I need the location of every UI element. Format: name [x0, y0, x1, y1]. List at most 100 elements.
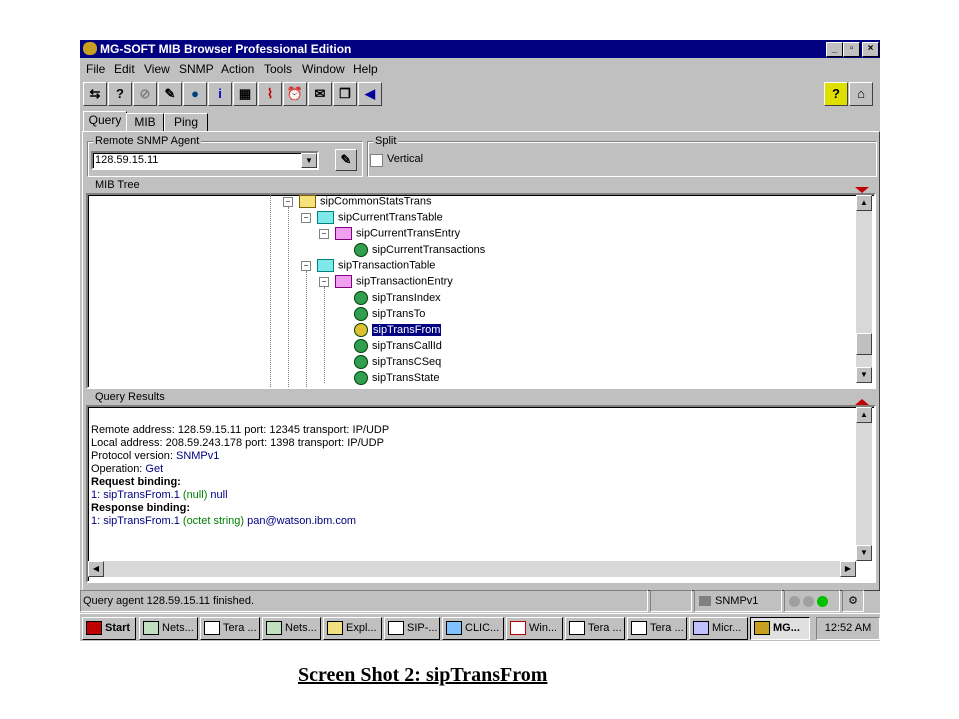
- tree-node-siptransfrom[interactable]: sipTransFrom: [354, 322, 443, 339]
- info-icon[interactable]: i: [208, 82, 232, 106]
- entry-folder-icon: [335, 227, 352, 240]
- taskbar-item-mgsoft[interactable]: MG...: [750, 617, 810, 640]
- alarm-icon[interactable]: ⏰: [283, 82, 307, 106]
- mib-tree-view[interactable]: − sipCommonStatsTrans − sipCurrentTransTab…: [86, 193, 876, 389]
- mib-tree-scrollbar[interactable]: ▲ ▼: [856, 195, 872, 383]
- globe-icon[interactable]: ●: [183, 82, 207, 106]
- help-icon[interactable]: ?: [824, 82, 848, 106]
- windows-logo-icon: [86, 621, 102, 636]
- tree-node-siptransactiontable[interactable]: − sipTransactionTable: [301, 259, 435, 275]
- taskbar-item-tera-1[interactable]: Tera ...: [200, 617, 260, 640]
- light-gray-icon: [803, 595, 815, 607]
- start-button[interactable]: Start: [82, 617, 136, 640]
- tree-node-siptransstate[interactable]: sipTransState: [354, 371, 439, 387]
- tree-node-siptranscallid[interactable]: sipTransCallId: [354, 339, 442, 355]
- leaf-object-icon: [354, 307, 368, 321]
- app-icon[interactable]: [83, 42, 97, 55]
- mib-tree-label: MIB Tree: [93, 179, 142, 191]
- taskbar-item-micr[interactable]: Micr...: [689, 617, 748, 640]
- scroll-thumb[interactable]: [856, 333, 872, 355]
- query-results-label: Query Results: [93, 391, 167, 403]
- leaf-object-icon: [354, 323, 368, 337]
- home-icon[interactable]: ⌂: [849, 82, 873, 106]
- maximize-button[interactable]: ▫: [843, 42, 860, 57]
- graph-icon[interactable]: ⌇: [258, 82, 282, 106]
- scroll-down-icon[interactable]: ▼: [856, 545, 872, 561]
- title-bar[interactable]: MG-SOFT MIB Browser Professional Edition…: [80, 40, 880, 58]
- agent-properties-button[interactable]: ✎: [335, 149, 357, 171]
- toolbar: ⇆ ? ⊘ ✎ ● i ▦ ⌇ ⏰ ✉ ❐ ◀ ? ⌂: [80, 80, 880, 108]
- vertical-checkbox[interactable]: [370, 154, 383, 167]
- chevron-down-icon[interactable]: ▼: [301, 153, 317, 168]
- tree-guide-line: [270, 195, 271, 387]
- tools-icon[interactable]: ✎: [158, 82, 182, 106]
- trap-icon[interactable]: ✉: [308, 82, 332, 106]
- menu-action[interactable]: Action: [221, 62, 254, 76]
- terminal-icon: [569, 621, 585, 636]
- table-folder-icon: [317, 259, 334, 272]
- status-empty-cell: [650, 590, 692, 612]
- tree-node-sipcurrenttransactions[interactable]: sipCurrentTransactions: [354, 243, 485, 259]
- menu-edit[interactable]: Edit: [114, 62, 135, 76]
- taskbar: Start Nets... Tera ... Nets... Expl... S…: [80, 613, 880, 641]
- tab-mib[interactable]: MIB: [126, 113, 164, 132]
- scroll-right-icon[interactable]: ▶: [840, 561, 856, 577]
- taskbar-item-clic[interactable]: CLIC...: [442, 617, 504, 640]
- vertical-checkbox-label[interactable]: Vertical: [387, 153, 423, 165]
- remote-agent-input[interactable]: 128.59.15.11 ▼: [91, 151, 319, 170]
- menu-view[interactable]: View: [144, 62, 170, 76]
- tree-node-siptranscseq[interactable]: sipTransCSeq: [354, 355, 441, 371]
- taskbar-item-netscape-1[interactable]: Nets...: [139, 617, 198, 640]
- close-button[interactable]: ×: [862, 42, 879, 57]
- tree-node-sipcurrenttranstable[interactable]: − sipCurrentTransTable: [301, 211, 443, 227]
- scroll-left-icon[interactable]: ◀: [88, 561, 104, 577]
- tab-ping[interactable]: Ping: [164, 113, 208, 132]
- split-label: Split: [373, 135, 399, 147]
- tree-guide-line: [306, 271, 307, 387]
- tree-node-siptransactionentry[interactable]: − sipTransactionEntry: [319, 275, 453, 291]
- tree-node-sipcommonstatstrans[interactable]: − sipCommonStatsTrans: [283, 195, 431, 211]
- contact-icon[interactable]: ⇆: [83, 82, 107, 106]
- status-message: Query agent 128.59.15.11 finished.: [80, 590, 648, 612]
- document-icon: [388, 621, 404, 636]
- busy-indicator-icon: ⚙: [842, 590, 864, 612]
- menu-help[interactable]: Help: [353, 62, 378, 76]
- minimize-button[interactable]: _: [826, 42, 843, 57]
- scroll-up-icon[interactable]: ▲: [856, 407, 872, 423]
- remote-agent-label: Remote SNMP Agent: [93, 135, 202, 147]
- results-vertical-scrollbar[interactable]: ▲ ▼: [856, 407, 872, 561]
- menu-tools[interactable]: Tools: [264, 62, 292, 76]
- collapse-icon[interactable]: −: [319, 276, 329, 287]
- tab-query[interactable]: Query: [83, 111, 127, 132]
- operation-line: Operation: Get: [91, 463, 164, 475]
- taskbar-item-netscape-2[interactable]: Nets...: [262, 617, 321, 640]
- query-results-view[interactable]: Remote address: 128.59.15.11 port: 12345…: [86, 405, 876, 583]
- tree-node-siptransto[interactable]: sipTransTo: [354, 307, 425, 323]
- collapse-icon[interactable]: −: [319, 228, 329, 239]
- status-lights: [784, 590, 840, 612]
- collapse-icon[interactable]: −: [301, 260, 311, 271]
- tree-node-siptransindex[interactable]: sipTransIndex: [354, 291, 441, 307]
- collapse-icon[interactable]: −: [283, 196, 293, 207]
- scroll-down-icon[interactable]: ▼: [856, 367, 872, 383]
- results-horizontal-scrollbar[interactable]: ◀ ▶: [88, 561, 856, 577]
- explorer-icon: [327, 621, 343, 636]
- tree-node-sipcurrenttransentry[interactable]: − sipCurrentTransEntry: [319, 227, 460, 243]
- table-icon[interactable]: ▦: [233, 82, 257, 106]
- scroll-up-icon[interactable]: ▲: [856, 195, 872, 211]
- stop-icon[interactable]: ⊘: [133, 82, 157, 106]
- taskbar-item-explorer[interactable]: Expl...: [323, 617, 382, 640]
- send-icon[interactable]: ◀: [358, 82, 382, 106]
- menu-file[interactable]: File: [86, 62, 105, 76]
- taskbar-item-tera-3[interactable]: Tera ...: [627, 617, 687, 640]
- windows-icon[interactable]: ❐: [333, 82, 357, 106]
- collapse-icon[interactable]: −: [301, 212, 311, 223]
- menu-window[interactable]: Window: [302, 62, 345, 76]
- menu-snmp[interactable]: SNMP: [179, 62, 214, 76]
- netscape-icon: [266, 621, 282, 636]
- taskbar-item-win[interactable]: Win...: [506, 617, 563, 640]
- taskbar-item-sip[interactable]: SIP-...: [384, 617, 440, 640]
- query-icon[interactable]: ?: [108, 82, 132, 106]
- remote-address-line: Remote address: 128.59.15.11 port: 12345…: [91, 424, 390, 436]
- taskbar-item-tera-2[interactable]: Tera ...: [565, 617, 625, 640]
